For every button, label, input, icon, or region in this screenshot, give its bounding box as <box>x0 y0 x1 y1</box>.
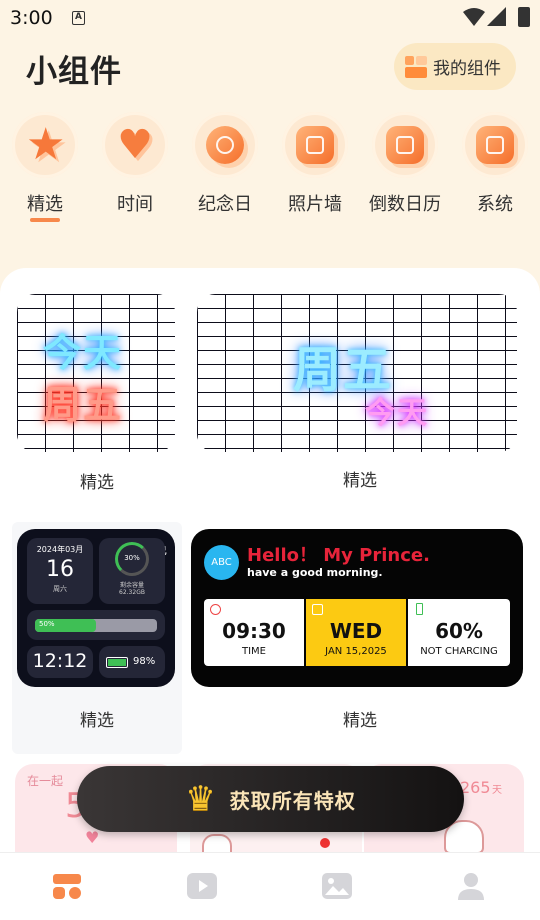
widget-preview: 周五 今天 <box>197 294 517 452</box>
image-icon <box>322 873 352 899</box>
tab-video[interactable] <box>186 871 218 903</box>
anniversary-text: 在一起 <box>27 774 64 788</box>
time-label: TIME <box>241 646 266 657</box>
date-header: 2024年03月 <box>36 545 84 554</box>
widget-preview: 今天 周五 <box>17 294 175 452</box>
clock-box: 12:12 <box>27 646 93 678</box>
category-row: ★ 精选 ♥ 时间 纪念日 照片墙 倒数日历 系统 <box>0 112 540 232</box>
category-countdown[interactable]: 倒数日历 <box>365 112 445 216</box>
widget-caption: 精选 <box>80 711 114 731</box>
grid-icon <box>53 874 81 899</box>
countdown-unit: 天 <box>492 785 502 796</box>
time-value: 09:30 <box>222 619 286 643</box>
volume-box: 50% <box>27 610 165 640</box>
category-time[interactable]: ♥ 时间 <box>95 112 175 216</box>
widget-caption: 精选 <box>343 711 377 731</box>
tab-widgets[interactable] <box>52 871 84 903</box>
storage-label: 剩余容量 <box>119 582 144 589</box>
category-icon-bg <box>372 112 438 178</box>
category-label: 精选 <box>27 194 63 215</box>
photo-icon <box>296 126 334 164</box>
my-widgets-button[interactable]: 我的组件 <box>394 43 516 90</box>
battery-level-icon <box>106 657 128 668</box>
hello-subtitle: have a good morning. <box>247 566 383 579</box>
avatar: ABC <box>204 545 239 580</box>
category-label: 倒数日历 <box>369 194 441 215</box>
tab-profile[interactable] <box>456 871 488 903</box>
status-time: 3:00 <box>10 7 53 29</box>
heart-icon: ♥ <box>117 122 153 168</box>
neon-text-line1: 今天 <box>43 331 124 375</box>
widget-preview: 限免 2024年03月 16 周六 30% 剩余容量 62.32GB 50% 1… <box>17 529 175 687</box>
calendar-icon <box>386 126 424 164</box>
volume-value: 50% <box>39 620 55 628</box>
battery-panel: 60% NOT CHARCING <box>408 599 510 666</box>
category-photo-wall[interactable]: 照片墙 <box>275 112 355 216</box>
play-icon <box>187 873 217 899</box>
cherry-icon <box>320 838 330 848</box>
category-icon-bg <box>282 112 348 178</box>
crown-icon: ♛ <box>185 779 216 819</box>
status-bar: 3:00 A <box>0 0 540 36</box>
category-label: 照片墙 <box>288 194 342 215</box>
battery-value: 60% <box>435 619 483 643</box>
volume-track: 50% <box>35 619 157 632</box>
category-selected-indicator <box>30 218 60 222</box>
storage-percent: 30% <box>124 554 140 562</box>
chart-icon <box>476 126 514 164</box>
day-value: WED <box>329 619 383 643</box>
category-system[interactable]: 系统 <box>455 112 535 216</box>
battery-icon <box>518 7 530 27</box>
battery-value: 98% <box>133 656 156 667</box>
category-icon-bg: ★ <box>12 112 78 178</box>
battery-box: 98% <box>99 646 165 678</box>
time-panel: 09:30 TIME <box>204 599 304 666</box>
widget-caption: 精选 <box>80 473 114 493</box>
tab-wallpaper[interactable] <box>321 871 353 903</box>
calendar-small-icon <box>312 604 323 615</box>
neon-text-line2: 今天 <box>365 396 429 431</box>
widget-card-hello[interactable]: ABC Hello！ My Prince. have a good mornin… <box>191 526 528 736</box>
storage-value: 62.32GB <box>119 589 145 596</box>
battery-label: NOT CHARCING <box>420 646 498 657</box>
widget-caption: 精选 <box>343 471 377 491</box>
widget-card-neon-small[interactable]: 今天 周五 精选 <box>12 290 182 500</box>
category-label: 纪念日 <box>198 194 252 215</box>
category-label: 系统 <box>477 194 513 215</box>
star-icon: ★ <box>26 119 66 170</box>
wifi-icon <box>463 8 485 26</box>
category-anniversary[interactable]: 纪念日 <box>185 112 265 216</box>
heart-small-icon: ♥ <box>85 828 100 847</box>
date-weekday: 周六 <box>53 585 67 593</box>
category-icon-bg <box>192 112 258 178</box>
date-box: 2024年03月 16 周六 <box>27 538 93 604</box>
alarm-icon <box>210 604 221 615</box>
clock-icon <box>206 126 244 164</box>
countdown-number: 265 <box>460 778 491 797</box>
hello-title: Hello！ My Prince. <box>247 545 430 566</box>
notification-a-icon: A <box>72 11 85 25</box>
widget-card-neon-wide[interactable]: 周五 今天 精选 <box>192 290 528 500</box>
category-icon-bg: ♥ <box>102 112 168 178</box>
banner-label: 获取所有特权 <box>229 788 356 813</box>
category-icon-bg <box>462 112 528 178</box>
day-label: JAN 15,2025 <box>325 646 387 657</box>
page-title: 小组件 <box>26 54 122 90</box>
bottom-tab-bar <box>0 852 540 920</box>
widget-card-system-stats[interactable]: 限免 2024年03月 16 周六 30% 剩余容量 62.32GB 50% 1… <box>12 522 182 754</box>
storage-box: 30% 剩余容量 62.32GB <box>99 538 165 604</box>
unlock-all-banner[interactable]: ♛ 获取所有特权 <box>77 766 464 832</box>
person-icon <box>458 873 484 900</box>
signal-icon <box>487 7 506 26</box>
date-day: 16 <box>46 557 74 582</box>
category-featured[interactable]: ★ 精选 <box>5 112 85 222</box>
my-widgets-label: 我的组件 <box>433 59 501 79</box>
category-label: 时间 <box>117 194 153 215</box>
clock-value: 12:12 <box>32 650 88 672</box>
day-panel: WED JAN 15,2025 <box>306 599 406 666</box>
widgets-icon <box>405 55 427 78</box>
neon-text-line2: 周五 <box>43 383 124 427</box>
widget-preview: ABC Hello！ My Prince. have a good mornin… <box>191 529 523 687</box>
battery-small-icon <box>416 603 423 615</box>
